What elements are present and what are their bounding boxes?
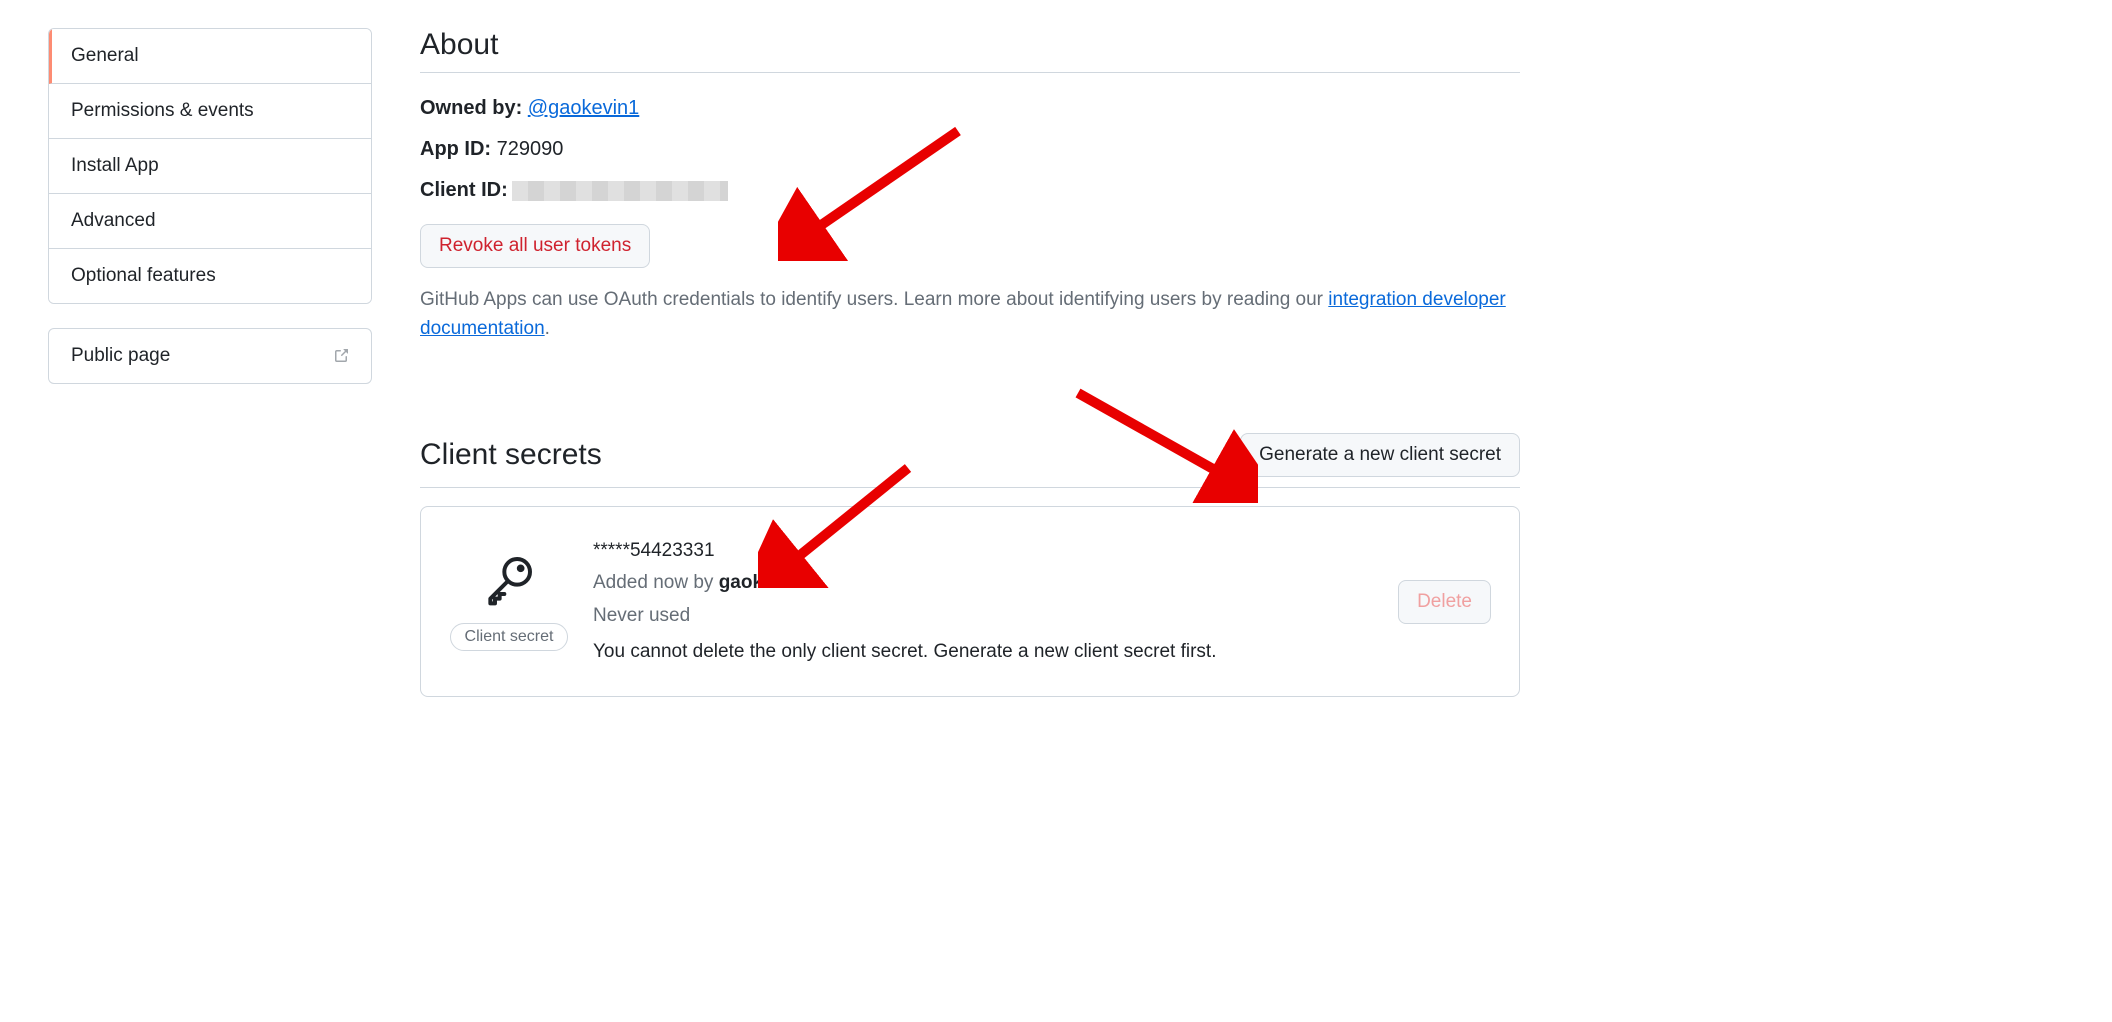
external-link-icon <box>333 348 349 364</box>
sidebar-item-permissions-events[interactable]: Permissions & events <box>49 84 371 139</box>
secret-masked-value: *****54423331 <box>593 535 1374 567</box>
secret-used-status: Never used <box>593 600 1374 632</box>
client-id-row: Client ID: <box>420 179 1520 202</box>
sidebar-item-optional-features[interactable]: Optional features <box>49 249 371 303</box>
client-secrets-heading: Client secrets <box>420 438 602 472</box>
sidebar-item-advanced[interactable]: Advanced <box>49 194 371 249</box>
sidebar-item-label: General <box>71 45 139 66</box>
delete-secret-button[interactable]: Delete <box>1398 580 1491 624</box>
secret-icon-column: Client secret <box>449 552 569 651</box>
public-page-label: Public page <box>71 345 170 367</box>
sidebar-item-label: Permissions & events <box>71 100 254 121</box>
key-icon <box>481 552 537 611</box>
secret-added-by: Added now by gaokevin1 <box>593 567 1374 599</box>
about-heading: About <box>420 28 1520 73</box>
app-id-value: 729090 <box>497 138 564 160</box>
secret-details: *****54423331 Added now by gaokevin1 Nev… <box>593 535 1374 668</box>
main-content: About Owned by: @gaokevin1 App ID: 72909… <box>420 28 1520 697</box>
client-secrets-header: Client secrets Generate a new client sec… <box>420 433 1520 488</box>
client-secret-card: Client secret *****54423331 Added now by… <box>420 506 1520 697</box>
sidebar-item-label: Optional features <box>71 265 216 286</box>
owned-by-label: Owned by: <box>420 97 528 119</box>
oauth-help-text: GitHub Apps can use OAuth credentials to… <box>420 286 1520 343</box>
sidebar-item-label: Install App <box>71 155 159 176</box>
sidebar-nav: General Permissions & events Install App… <box>48 28 372 304</box>
client-id-redacted <box>512 181 728 201</box>
sidebar-item-label: Advanced <box>71 210 156 231</box>
sidebar-item-general[interactable]: General <box>49 29 371 84</box>
revoke-tokens-button[interactable]: Revoke all user tokens <box>420 224 650 268</box>
client-id-label: Client ID: <box>420 179 508 201</box>
settings-sidebar: General Permissions & events Install App… <box>48 28 372 697</box>
sidebar-item-install-app[interactable]: Install App <box>49 139 371 194</box>
public-page-link[interactable]: Public page <box>48 328 372 384</box>
app-id-row: App ID: 729090 <box>420 138 1520 161</box>
owned-by-row: Owned by: @gaokevin1 <box>420 97 1520 120</box>
generate-client-secret-button[interactable]: Generate a new client secret <box>1240 433 1520 477</box>
owner-link[interactable]: @gaokevin1 <box>528 97 639 119</box>
secret-delete-note: You cannot delete the only client secret… <box>593 636 1374 668</box>
client-secret-pill: Client secret <box>450 623 569 651</box>
app-id-label: App ID: <box>420 138 497 160</box>
